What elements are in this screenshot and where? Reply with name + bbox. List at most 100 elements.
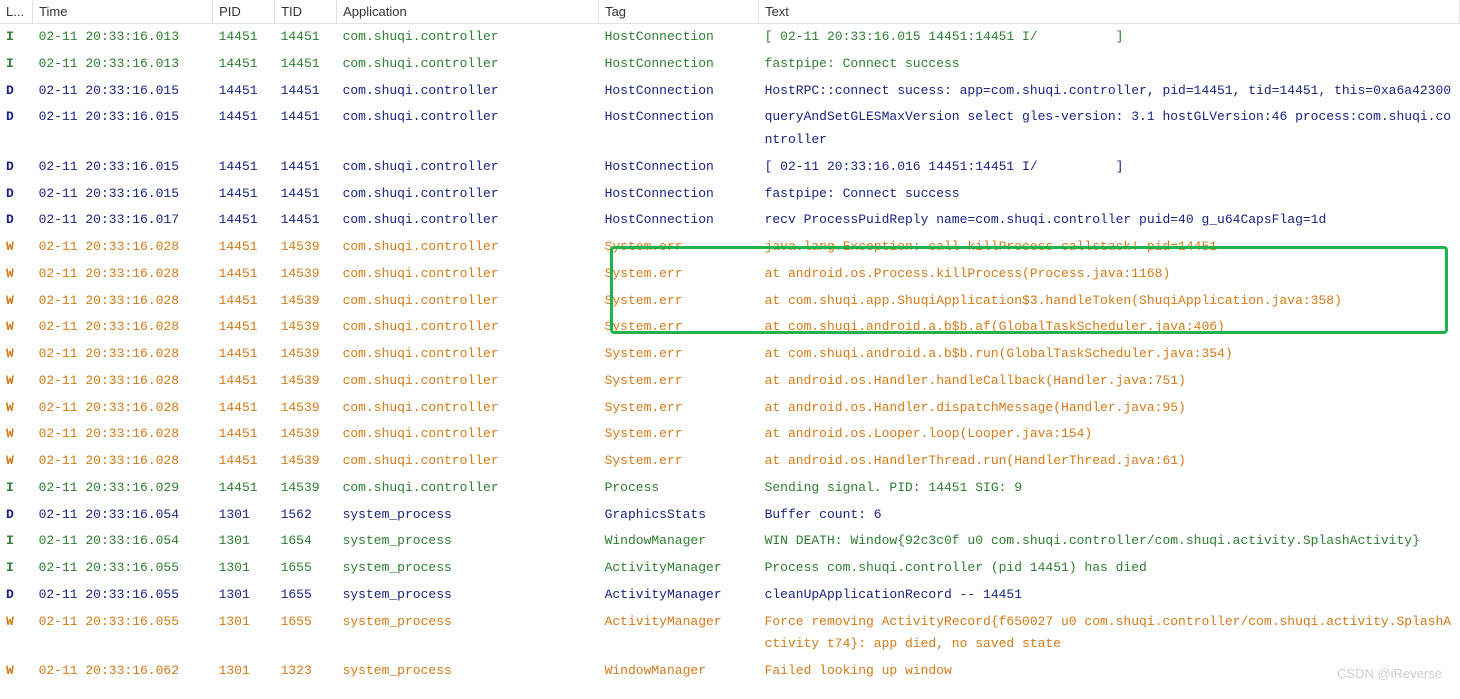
table-row[interactable]: W02-11 20:33:16.05513011655system_proces… — [0, 609, 1460, 659]
table-row[interactable]: W02-11 20:33:16.06213011323system_proces… — [0, 658, 1460, 685]
cell-tid: 14539 — [275, 314, 337, 341]
col-header-tid[interactable]: TID — [275, 0, 337, 24]
cell-pid: 1301 — [213, 609, 275, 659]
cell-pid: 14451 — [213, 24, 275, 51]
cell-pid: 14451 — [213, 314, 275, 341]
cell-time: 02-11 20:33:16.028 — [33, 341, 213, 368]
cell-time: 02-11 20:33:16.013 — [33, 24, 213, 51]
cell-time: 02-11 20:33:16.015 — [33, 104, 213, 154]
table-row[interactable]: I02-11 20:33:16.0131445114451com.shuqi.c… — [0, 51, 1460, 78]
cell-tag: System.err — [599, 368, 759, 395]
cell-application: com.shuqi.controller — [337, 314, 599, 341]
cell-level: I — [0, 528, 33, 555]
cell-application: com.shuqi.controller — [337, 51, 599, 78]
cell-text: at android.os.Handler.handleCallback(Han… — [759, 368, 1460, 395]
cell-tid: 14451 — [275, 104, 337, 154]
cell-pid: 14451 — [213, 448, 275, 475]
cell-tag: System.err — [599, 421, 759, 448]
cell-tag: ActivityManager — [599, 609, 759, 659]
table-row[interactable]: D02-11 20:33:16.05513011655system_proces… — [0, 582, 1460, 609]
table-row[interactable]: W02-11 20:33:16.0281445114539com.shuqi.c… — [0, 421, 1460, 448]
cell-time: 02-11 20:33:16.029 — [33, 475, 213, 502]
table-row[interactable]: W02-11 20:33:16.0281445114539com.shuqi.c… — [0, 261, 1460, 288]
cell-time: 02-11 20:33:16.028 — [33, 395, 213, 422]
cell-time: 02-11 20:33:16.054 — [33, 502, 213, 529]
cell-tag: HostConnection — [599, 51, 759, 78]
cell-level: D — [0, 78, 33, 105]
cell-pid: 1301 — [213, 528, 275, 555]
cell-time: 02-11 20:33:16.028 — [33, 368, 213, 395]
col-header-application[interactable]: Application — [337, 0, 599, 24]
cell-application: com.shuqi.controller — [337, 78, 599, 105]
table-row[interactable]: D02-11 20:33:16.0151445114451com.shuqi.c… — [0, 181, 1460, 208]
cell-text: Process com.shuqi.controller (pid 14451)… — [759, 555, 1460, 582]
table-row[interactable]: W02-11 20:33:16.0281445114539com.shuqi.c… — [0, 234, 1460, 261]
cell-application: system_process — [337, 609, 599, 659]
cell-tid: 14451 — [275, 181, 337, 208]
cell-tid: 14539 — [275, 341, 337, 368]
cell-time: 02-11 20:33:16.015 — [33, 181, 213, 208]
col-header-level[interactable]: L... — [0, 0, 33, 24]
cell-application: system_process — [337, 555, 599, 582]
table-row[interactable]: I02-11 20:33:16.05513011655system_proces… — [0, 555, 1460, 582]
cell-time: 02-11 20:33:16.028 — [33, 448, 213, 475]
table-row[interactable]: W02-11 20:33:16.0281445114539com.shuqi.c… — [0, 395, 1460, 422]
table-row[interactable]: W02-11 20:33:16.0281445114539com.shuqi.c… — [0, 341, 1460, 368]
cell-tid: 14539 — [275, 395, 337, 422]
table-row[interactable]: D02-11 20:33:16.0151445114451com.shuqi.c… — [0, 154, 1460, 181]
cell-tag: HostConnection — [599, 154, 759, 181]
table-row[interactable]: W02-11 20:33:16.0281445114539com.shuqi.c… — [0, 448, 1460, 475]
cell-pid: 14451 — [213, 421, 275, 448]
table-row[interactable]: I02-11 20:33:16.05413011654system_proces… — [0, 528, 1460, 555]
log-table[interactable]: L... Time PID TID Application Tag Text I… — [0, 0, 1460, 685]
col-header-time[interactable]: Time — [33, 0, 213, 24]
cell-application: com.shuqi.controller — [337, 421, 599, 448]
cell-time: 02-11 20:33:16.062 — [33, 658, 213, 685]
cell-level: D — [0, 181, 33, 208]
cell-text: [ 02-11 20:33:16.015 14451:14451 I/ ] — [759, 24, 1460, 51]
cell-time: 02-11 20:33:16.015 — [33, 78, 213, 105]
cell-application: system_process — [337, 582, 599, 609]
cell-tag: HostConnection — [599, 181, 759, 208]
cell-tid: 1655 — [275, 555, 337, 582]
table-row[interactable]: W02-11 20:33:16.0281445114539com.shuqi.c… — [0, 288, 1460, 315]
table-row[interactable]: I02-11 20:33:16.0131445114451com.shuqi.c… — [0, 24, 1460, 51]
table-row[interactable]: W02-11 20:33:16.0281445114539com.shuqi.c… — [0, 314, 1460, 341]
table-row[interactable]: D02-11 20:33:16.0151445114451com.shuqi.c… — [0, 104, 1460, 154]
cell-time: 02-11 20:33:16.013 — [33, 51, 213, 78]
cell-tag: WindowManager — [599, 658, 759, 685]
cell-tag: ActivityManager — [599, 555, 759, 582]
cell-tag: System.err — [599, 314, 759, 341]
cell-level: I — [0, 475, 33, 502]
cell-pid: 1301 — [213, 582, 275, 609]
cell-pid: 14451 — [213, 207, 275, 234]
cell-level: W — [0, 234, 33, 261]
cell-tag: System.err — [599, 448, 759, 475]
col-header-text[interactable]: Text — [759, 0, 1460, 24]
cell-text: recv ProcessPuidReply name=com.shuqi.con… — [759, 207, 1460, 234]
col-header-tag[interactable]: Tag — [599, 0, 759, 24]
cell-application: com.shuqi.controller — [337, 24, 599, 51]
cell-time: 02-11 20:33:16.028 — [33, 314, 213, 341]
table-row[interactable]: D02-11 20:33:16.0171445114451com.shuqi.c… — [0, 207, 1460, 234]
col-header-pid[interactable]: PID — [213, 0, 275, 24]
cell-pid: 14451 — [213, 368, 275, 395]
cell-tag: System.err — [599, 234, 759, 261]
cell-text: at com.shuqi.app.ShuqiApplication$3.hand… — [759, 288, 1460, 315]
table-row[interactable]: W02-11 20:33:16.0281445114539com.shuqi.c… — [0, 368, 1460, 395]
cell-level: D — [0, 104, 33, 154]
table-row[interactable]: D02-11 20:33:16.0151445114451com.shuqi.c… — [0, 78, 1460, 105]
cell-text: HostRPC::connect sucess: app=com.shuqi.c… — [759, 78, 1460, 105]
cell-tid: 14451 — [275, 78, 337, 105]
table-row[interactable]: D02-11 20:33:16.05413011562system_proces… — [0, 502, 1460, 529]
cell-text: [ 02-11 20:33:16.016 14451:14451 I/ ] — [759, 154, 1460, 181]
cell-text: at android.os.Handler.dispatchMessage(Ha… — [759, 395, 1460, 422]
cell-application: system_process — [337, 502, 599, 529]
cell-application: com.shuqi.controller — [337, 395, 599, 422]
table-row[interactable]: I02-11 20:33:16.0291445114539com.shuqi.c… — [0, 475, 1460, 502]
cell-pid: 14451 — [213, 51, 275, 78]
cell-application: com.shuqi.controller — [337, 368, 599, 395]
cell-text: Force removing ActivityRecord{f650027 u0… — [759, 609, 1460, 659]
cell-time: 02-11 20:33:16.015 — [33, 154, 213, 181]
cell-tid: 1655 — [275, 582, 337, 609]
